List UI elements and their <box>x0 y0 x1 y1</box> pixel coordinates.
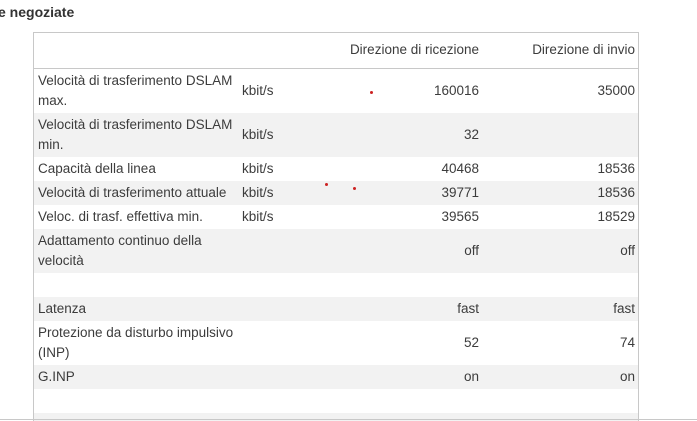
table-row-empty <box>34 273 638 297</box>
header-send-direction: Direzione di invio <box>532 42 635 57</box>
row-label: Veloc. di trasf. effettiva min. <box>38 209 203 224</box>
row-rx-value: 39771 <box>441 185 479 200</box>
row-tx-value: 35000 <box>597 83 635 98</box>
row-rx-value: 160016 <box>433 83 479 98</box>
row-label: G.INP <box>38 369 75 384</box>
red-marker-dot <box>353 187 356 190</box>
row-unit: kbit/s <box>242 161 274 176</box>
row-rx-value: 39565 <box>441 209 479 224</box>
table-row-empty <box>34 389 638 413</box>
row-unit: kbit/s <box>242 209 274 224</box>
table-row: Velocità di trasferimento attuale kbit/s… <box>34 181 638 205</box>
row-label: Capacità della linea <box>38 161 156 176</box>
section-title: e negoziate <box>0 4 75 20</box>
row-tx-value: on <box>619 369 635 384</box>
row-label: Velocità di trasferimento DSLAM max. <box>38 73 233 108</box>
table-header: Direzione di ricezione Direzione di invi… <box>34 33 638 69</box>
row-tx-value: fast <box>613 301 635 316</box>
table-row: G.INP on on <box>34 365 638 389</box>
row-tx-value: 18529 <box>597 209 635 224</box>
row-tx-value: 74 <box>619 335 635 350</box>
header-receive-direction: Direzione di ricezione <box>349 42 479 57</box>
row-tx-value: 18536 <box>597 185 635 200</box>
dsl-rates-table: Direzione di ricezione Direzione di invi… <box>33 32 639 421</box>
red-marker-dot <box>325 183 328 186</box>
row-label: Adattamento continuo della velocità <box>38 233 202 268</box>
table-row: Velocità di trasferimento DSLAM max. kbi… <box>34 69 638 113</box>
row-label: Latenza <box>38 301 87 316</box>
divider <box>0 419 697 420</box>
row-label: Protezione da disturbo impulsivo (INP) <box>38 325 234 360</box>
row-tx-value: 18536 <box>597 161 635 176</box>
table-row: Latenza fast fast <box>34 297 638 321</box>
row-label: Velocità di trasferimento attuale <box>38 185 227 200</box>
row-rx-value: off <box>464 243 479 258</box>
page: e negoziate Direzione di ricezione Direz… <box>0 0 697 421</box>
table-row: Capacità della linea kbit/s 40468 18536 <box>34 157 638 181</box>
row-rx-value: on <box>463 369 479 384</box>
table-row: Velocità di trasferimento DSLAM min. kbi… <box>34 113 638 157</box>
row-rx-value: 52 <box>463 335 479 350</box>
table-row: Veloc. di trasf. effettiva min. kbit/s 3… <box>34 205 638 229</box>
row-label: Velocità di trasferimento DSLAM min. <box>38 117 233 152</box>
row-unit: kbit/s <box>242 185 274 200</box>
row-rx-value: 32 <box>463 127 479 142</box>
table-row: Adattamento continuo della velocità off … <box>34 229 638 273</box>
table-row: Protezione da disturbo impulsivo (INP) 5… <box>34 321 638 365</box>
row-unit: kbit/s <box>242 83 274 98</box>
row-rx-value: 40468 <box>441 161 479 176</box>
row-rx-value: fast <box>457 301 479 316</box>
red-marker-dot <box>370 91 373 94</box>
row-unit: kbit/s <box>242 127 274 142</box>
row-tx-value: off <box>620 243 635 258</box>
